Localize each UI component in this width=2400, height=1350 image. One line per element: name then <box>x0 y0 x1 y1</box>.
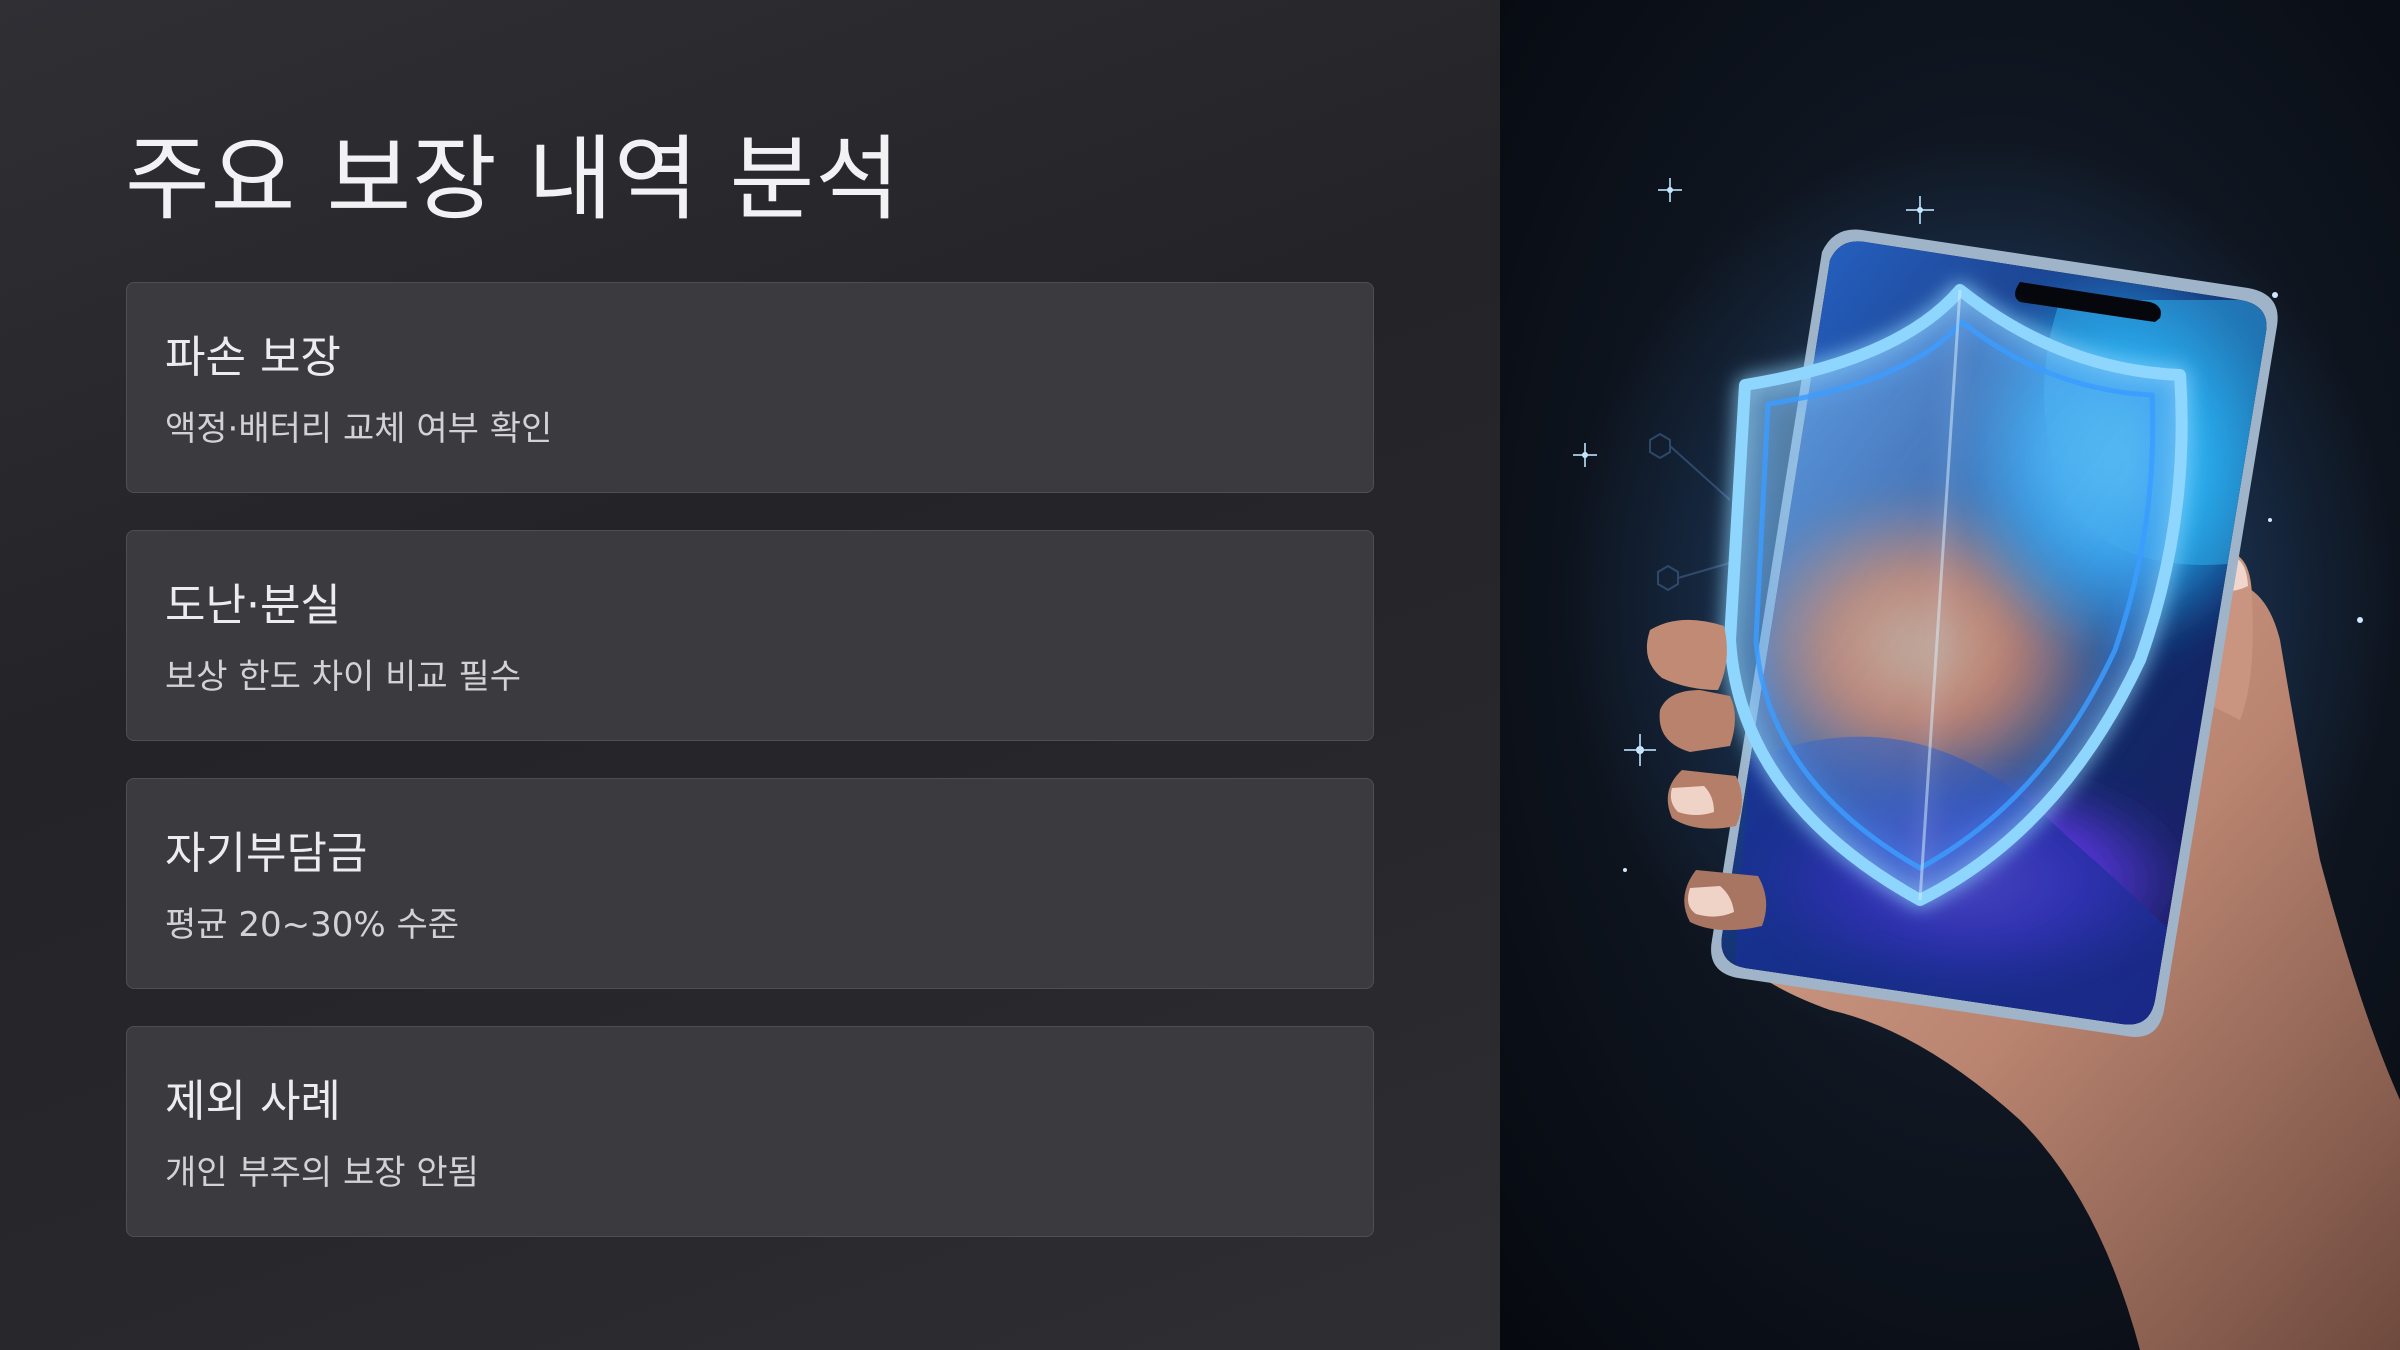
content-panel: 주요 보장 내역 분석 파손 보장 액정·배터리 교체 여부 확인 도난·분실 … <box>0 0 1500 1350</box>
card-description: 개인 부주의 보장 안됨 <box>165 1153 479 1193</box>
page-title: 주요 보장 내역 분석 <box>125 126 901 233</box>
slide: 주요 보장 내역 분석 파손 보장 액정·배터리 교체 여부 확인 도난·분실 … <box>0 0 2400 1350</box>
coverage-card-damage: 파손 보장 액정·배터리 교체 여부 확인 <box>126 282 1374 493</box>
card-description: 보상 한도 차이 비교 필수 <box>165 657 522 697</box>
phone-shield-illustration <box>1560 140 2400 1350</box>
card-description: 액정·배터리 교체 여부 확인 <box>165 409 553 449</box>
coverage-card-theft-loss: 도난·분실 보상 한도 차이 비교 필수 <box>126 530 1374 741</box>
card-title: 도난·분실 <box>165 580 341 631</box>
card-title: 파손 보장 <box>165 332 341 383</box>
coverage-card-exclusions: 제외 사례 개인 부주의 보장 안됨 <box>126 1026 1374 1237</box>
illustration-panel <box>1500 0 2400 1350</box>
card-title: 제외 사례 <box>165 1076 341 1127</box>
coverage-list: 파손 보장 액정·배터리 교체 여부 확인 도난·분실 보상 한도 차이 비교 … <box>126 282 1374 1274</box>
card-description: 평균 20~30% 수준 <box>165 905 460 945</box>
coverage-card-deductible: 자기부담금 평균 20~30% 수준 <box>126 778 1374 989</box>
card-title: 자기부담금 <box>165 828 368 879</box>
